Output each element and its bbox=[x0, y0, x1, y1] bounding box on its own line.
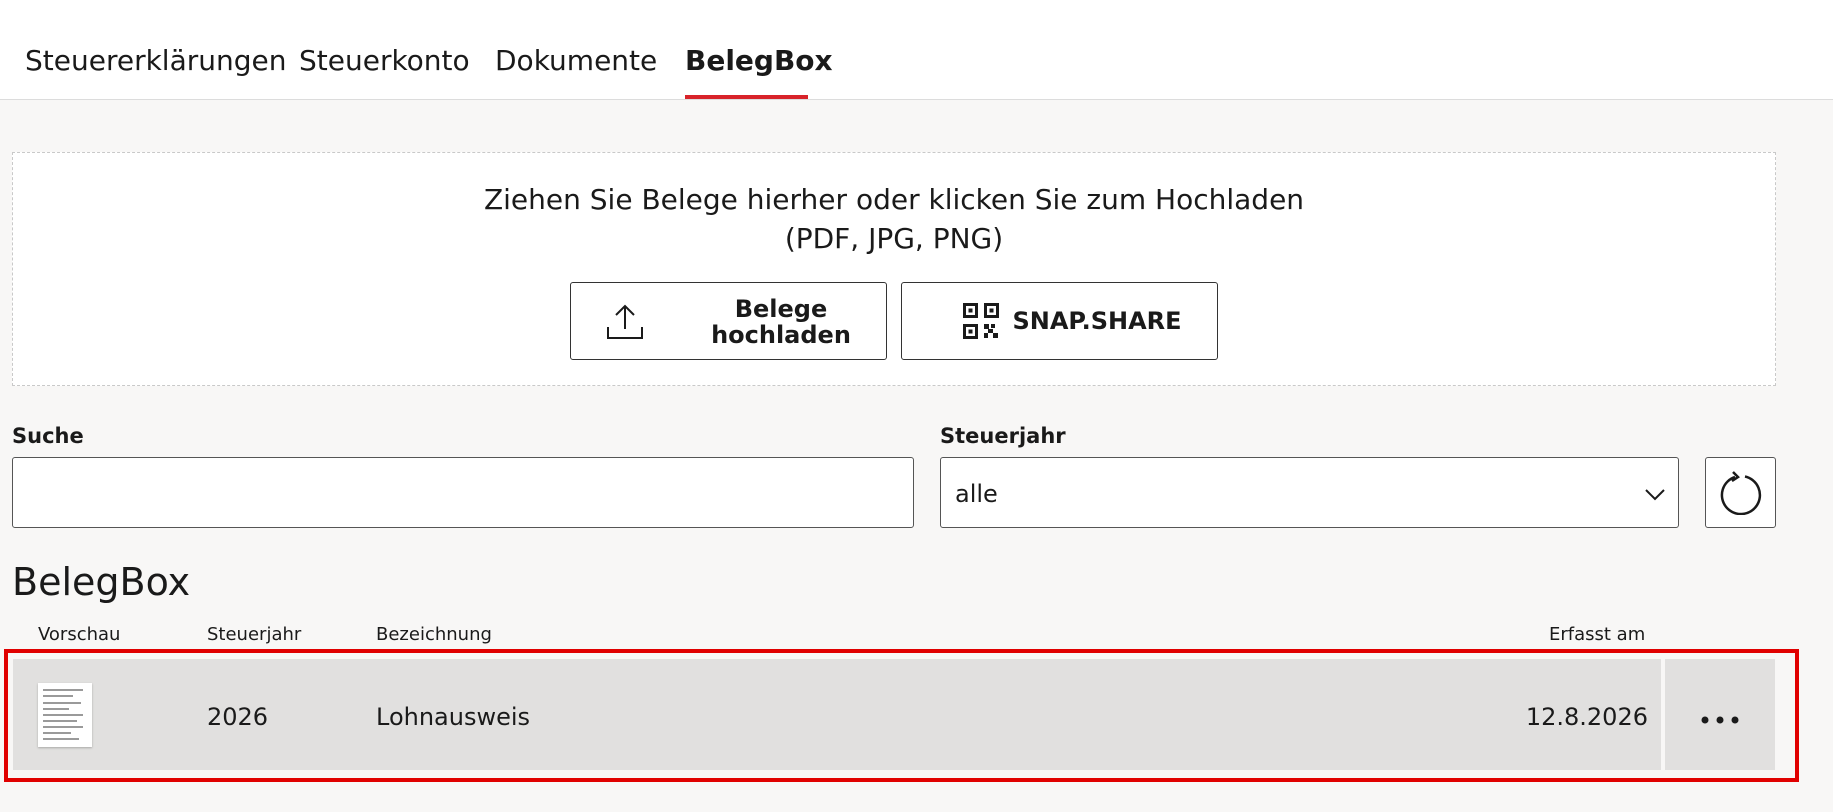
row-tax-year: 2026 bbox=[207, 703, 269, 731]
upload-documents-button[interactable]: Belege hochladen bbox=[570, 282, 887, 360]
search-input[interactable] bbox=[12, 457, 914, 528]
section-title: BelegBox bbox=[12, 560, 191, 604]
tax-year-value: alle bbox=[955, 480, 998, 508]
tab-steuerkonto[interactable]: Steuerkonto bbox=[299, 44, 470, 77]
column-header-tax-year: Steuerjahr bbox=[207, 624, 302, 645]
qr-code-icon bbox=[963, 303, 999, 339]
upload-button-label: Belege hochladen bbox=[686, 296, 876, 348]
search-label: Suche bbox=[12, 424, 84, 448]
dropzone-file-types: (PDF, JPG, PNG) bbox=[784, 222, 1004, 255]
upload-dropzone[interactable]: Ziehen Sie Belege hierher oder klicken S… bbox=[12, 152, 1776, 386]
row-captured-date: 12.8.2026 bbox=[1525, 703, 1648, 731]
active-tab-indicator bbox=[685, 95, 808, 99]
refresh-icon bbox=[1719, 471, 1763, 516]
snapshare-button[interactable]: SNAP.SHARE bbox=[901, 282, 1218, 360]
column-header-preview: Vorschau bbox=[38, 624, 121, 645]
column-header-name: Bezeichnung bbox=[376, 624, 492, 645]
tax-year-label: Steuerjahr bbox=[940, 424, 1066, 448]
snapshare-button-label: SNAP.SHARE bbox=[1012, 307, 1182, 335]
chevron-down-icon bbox=[1645, 486, 1665, 501]
row-name: Lohnausweis bbox=[376, 703, 531, 731]
document-thumbnail[interactable] bbox=[38, 683, 92, 747]
table-row[interactable]: 2026 Lohnausweis 12.8.2026 bbox=[13, 659, 1661, 770]
tax-year-select[interactable]: alle bbox=[940, 457, 1679, 528]
upload-icon bbox=[606, 303, 644, 341]
dropzone-hint: Ziehen Sie Belege hierher oder klicken S… bbox=[483, 183, 1305, 216]
column-header-captured-at: Erfasst am bbox=[1549, 624, 1646, 645]
upload-button-label-line2: hochladen bbox=[711, 321, 851, 349]
row-actions-button[interactable] bbox=[1665, 659, 1775, 770]
more-options-icon bbox=[1701, 709, 1739, 724]
reset-filters-button[interactable] bbox=[1705, 457, 1776, 528]
upload-button-label-line1: Belege bbox=[734, 295, 828, 323]
tab-dokumente[interactable]: Dokumente bbox=[495, 44, 657, 77]
top-navigation: Steuererklärungen Steuerkonto Dokumente … bbox=[0, 0, 1833, 100]
tab-steuererklaerungen[interactable]: Steuererklärungen bbox=[25, 44, 287, 77]
tab-belegbox[interactable]: BelegBox bbox=[685, 44, 833, 77]
